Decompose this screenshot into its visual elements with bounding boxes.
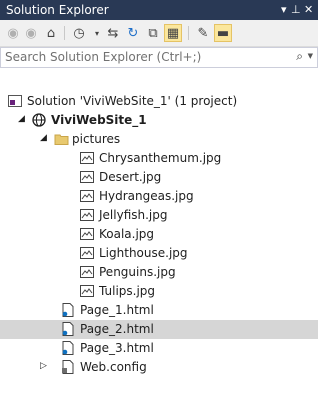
tree-item-label: ViviWebSite_1: [51, 113, 147, 127]
tree-item-file[interactable]: ▷ Web.config: [0, 358, 318, 377]
tree-item-file[interactable]: Page_3.html: [0, 339, 318, 358]
tree-item-file[interactable]: Penguins.jpg: [0, 263, 318, 282]
tree-item-project[interactable]: ◢ ViviWebSite_1: [0, 111, 318, 130]
tree-item-folder[interactable]: ◢ pictures: [0, 130, 318, 149]
tree-item-label: Penguins.jpg: [99, 265, 176, 279]
toolbar-separator: [64, 26, 65, 40]
preview-icon[interactable]: ▬: [214, 24, 232, 42]
tree-item-file[interactable]: Lighthouse.jpg: [0, 244, 318, 263]
tree-item-solution[interactable]: Solution 'ViviWebSite_1' (1 project): [0, 92, 318, 111]
tree-item-label: pictures: [72, 132, 121, 146]
tree-item-label: Tulips.jpg: [99, 284, 156, 298]
tree-item-label: Koala.jpg: [99, 227, 155, 241]
show-all-files-icon[interactable]: ▦: [164, 24, 182, 42]
search-options-icon[interactable]: ▼: [308, 52, 313, 60]
forward-icon[interactable]: ◉: [22, 24, 40, 42]
tree-item-label: Page_2.html: [80, 322, 154, 336]
refresh-icon[interactable]: ↻: [124, 24, 142, 42]
folder-icon: [54, 134, 69, 145]
html-file-icon: [62, 303, 74, 317]
tree-item-file-selected[interactable]: Page_2.html: [0, 320, 318, 339]
toolbar: ◉ ◉ ⌂ ◷ ▾ ⇆ ↻ ⧉ ▦ ✎ ▬: [0, 20, 318, 47]
toolbar-separator: [188, 26, 189, 40]
window-title: Solution Explorer: [6, 3, 109, 17]
history-icon[interactable]: ◷: [70, 24, 88, 42]
back-icon[interactable]: ◉: [4, 24, 22, 42]
collapse-arrow-icon[interactable]: ▷: [40, 361, 47, 371]
collapse-icon[interactable]: ⧉: [144, 24, 162, 42]
expand-arrow-icon[interactable]: ◢: [40, 133, 47, 143]
sync-icon[interactable]: ⇆: [104, 24, 122, 42]
tree-item-label: Solution 'ViviWebSite_1' (1 project): [27, 94, 238, 108]
image-file-icon: [80, 152, 94, 164]
image-file-icon: [80, 228, 94, 240]
tree-item-label: Page_1.html: [80, 303, 154, 317]
image-file-icon: [80, 285, 94, 297]
tree-item-file[interactable]: Jellyfish.jpg: [0, 206, 318, 225]
tree-item-label: Lighthouse.jpg: [99, 246, 188, 260]
title-bar: Solution Explorer ▾ ⊥ ✕: [0, 0, 318, 20]
tree-item-file[interactable]: Desert.jpg: [0, 168, 318, 187]
image-file-icon: [80, 247, 94, 259]
image-file-icon: [80, 209, 94, 221]
search-input[interactable]: [1, 48, 279, 66]
properties-icon[interactable]: ✎: [194, 24, 212, 42]
tree-item-label: Page_3.html: [80, 341, 154, 355]
dropdown-icon[interactable]: ▾: [281, 3, 287, 16]
tree-item-label: Jellyfish.jpg: [99, 208, 168, 222]
tree-item-label: Hydrangeas.jpg: [99, 189, 194, 203]
image-file-icon: [80, 266, 94, 278]
website-icon: [32, 113, 46, 127]
html-file-icon: [62, 341, 74, 355]
tree-item-file[interactable]: Koala.jpg: [0, 225, 318, 244]
image-file-icon: [80, 171, 94, 183]
config-file-icon: [62, 360, 74, 374]
tree-item-file[interactable]: Tulips.jpg: [0, 282, 318, 301]
search-icon[interactable]: ⌕: [296, 49, 303, 64]
html-file-icon: [62, 322, 74, 336]
tree-item-file[interactable]: Chrysanthemum.jpg: [0, 149, 318, 168]
image-file-icon: [80, 190, 94, 202]
tree-item-label: Web.config: [80, 360, 147, 374]
tree-item-label: Chrysanthemum.jpg: [99, 151, 222, 165]
tree-item-label: Desert.jpg: [99, 170, 162, 184]
home-icon[interactable]: ⌂: [42, 24, 60, 42]
search-box[interactable]: ⌕ ▼: [0, 47, 318, 68]
tree-item-file[interactable]: Page_1.html: [0, 301, 318, 320]
expand-arrow-icon[interactable]: ◢: [18, 114, 25, 124]
pin-icon[interactable]: ⊥: [291, 3, 301, 16]
tree-item-file[interactable]: Hydrangeas.jpg: [0, 187, 318, 206]
close-icon[interactable]: ✕: [304, 3, 313, 16]
solution-icon: [8, 95, 22, 107]
